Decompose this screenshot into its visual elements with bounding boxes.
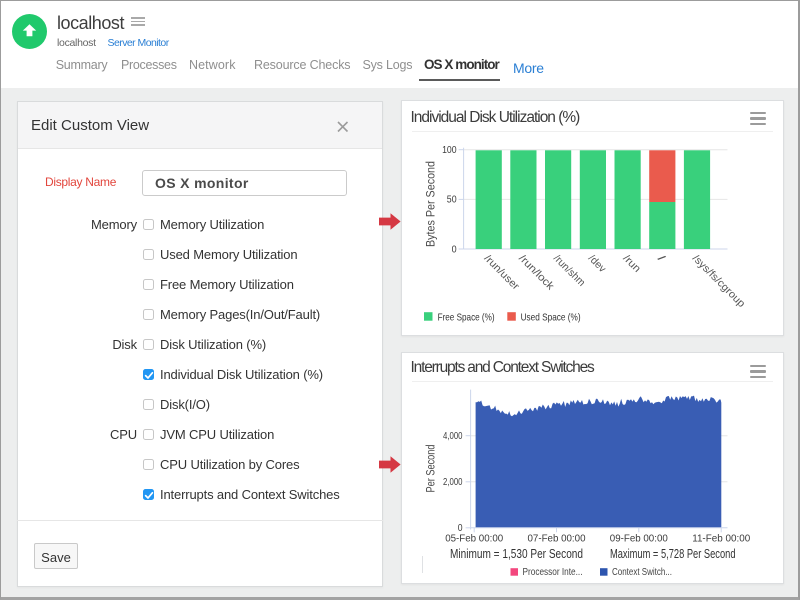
svg-text:/run/lock: /run/lock [516,252,557,293]
svg-text:100: 100 [442,145,457,156]
svg-text:Processor Inte...: Processor Inte... [523,566,583,578]
svg-text:4,000: 4,000 [443,431,463,442]
svg-text:/sys/fs/cgroup: /sys/fs/cgroup [690,252,748,310]
svg-text:Minimum = 1,530 Per Second: Minimum = 1,530 Per Second [450,547,583,561]
svg-text:Bytes Per Second: Bytes Per Second [426,161,438,247]
svg-text:09-Feb 00:00: 09-Feb 00:00 [610,533,668,544]
svg-text:07-Feb 00:00: 07-Feb 00:00 [528,533,586,544]
svg-text:/run/user: /run/user [482,252,522,292]
svg-text:/dev: /dev [586,252,609,275]
svg-text:/: / [655,252,667,264]
svg-text:Maximum = 5,728 Per Second: Maximum = 5,728 Per Second [610,547,736,561]
svg-text:0: 0 [452,244,457,255]
svg-text:/run: /run [620,252,643,275]
svg-text:Context Switch...: Context Switch... [612,566,672,578]
svg-text:Per Second: Per Second [426,445,438,493]
svg-text:Free Space (%): Free Space (%) [438,311,495,323]
svg-text:Used Space (%): Used Space (%) [521,311,581,323]
svg-text:05-Feb 00:00: 05-Feb 00:00 [445,533,503,544]
svg-text:50: 50 [447,195,457,206]
svg-text:2,000: 2,000 [443,477,463,488]
svg-text:11-Feb 00:00: 11-Feb 00:00 [692,533,750,544]
